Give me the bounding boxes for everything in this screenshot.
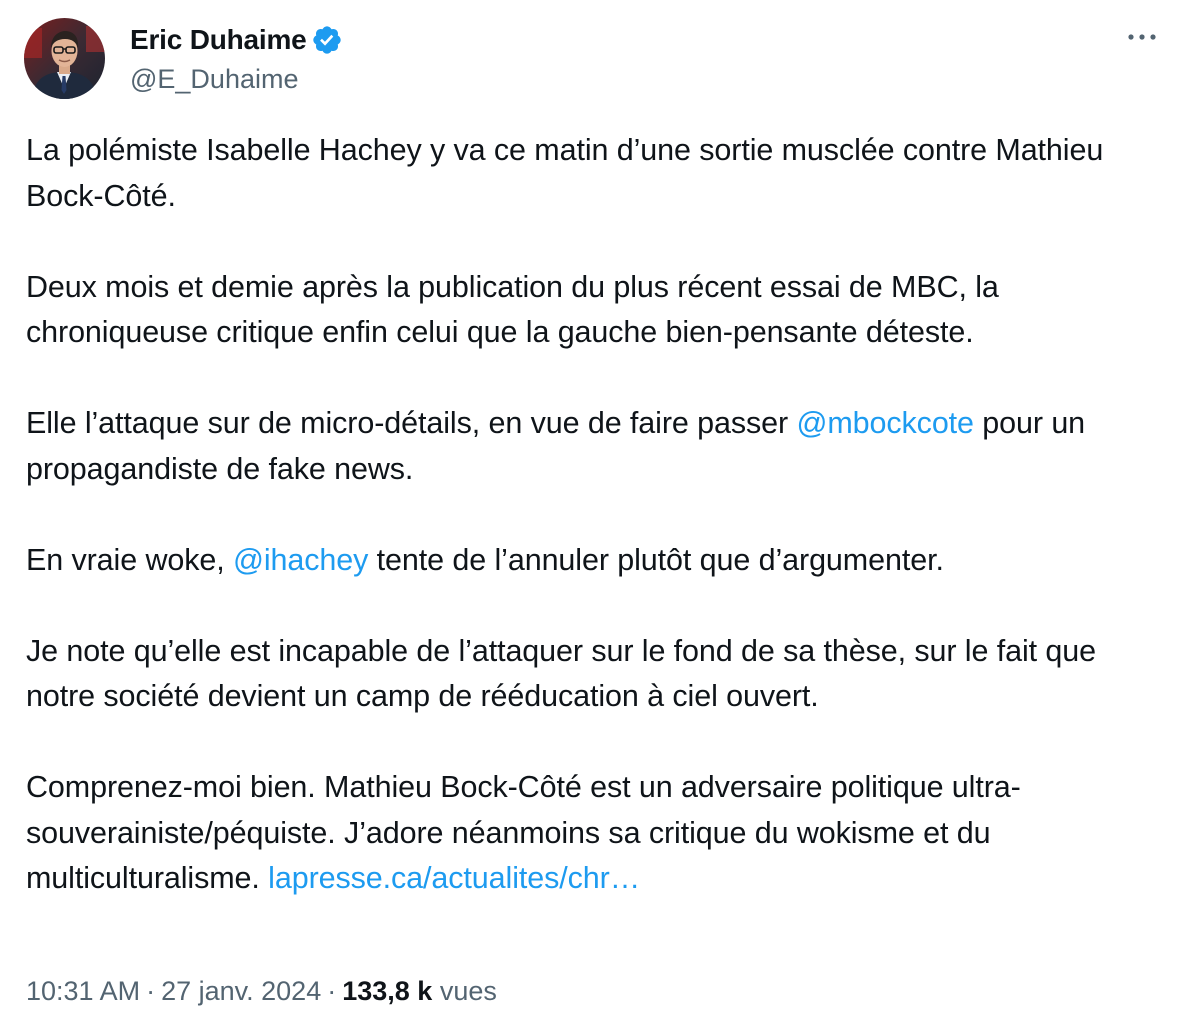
views-count[interactable]: 133,8 k bbox=[342, 976, 432, 1006]
text-segment: tente de l’annuler plutôt que d’argument… bbox=[368, 542, 944, 577]
paragraph-4: En vraie woke, @ihachey tente de l’annul… bbox=[26, 538, 1166, 584]
more-options-button[interactable] bbox=[1122, 22, 1162, 52]
tweet-time[interactable]: 10:31 AM bbox=[26, 976, 140, 1006]
tweet-header: Eric Duhaime @E_Duhaime bbox=[24, 18, 1162, 100]
tweet-meta: 10:31 AM · 27 janv. 2024 · 133,8 k vues bbox=[26, 976, 497, 1007]
paragraph-6: Comprenez-moi bien. Mathieu Bock-Côté es… bbox=[26, 765, 1166, 902]
tweet-date[interactable]: 27 janv. 2024 bbox=[161, 976, 321, 1006]
verified-badge-icon bbox=[311, 24, 343, 56]
text-segment: Elle l’attaque sur de micro-détails, en … bbox=[26, 406, 797, 440]
mention-mbockcote[interactable]: @mbockcote bbox=[796, 406, 974, 440]
text-segment: En vraie woke, bbox=[26, 542, 234, 577]
mention-ihachey[interactable]: @ihachey bbox=[233, 543, 368, 577]
user-info: Eric Duhaime @E_Duhaime bbox=[130, 20, 343, 95]
paragraph-2: Deux mois et demie après la publication … bbox=[26, 269, 999, 350]
more-horizontal-icon bbox=[1128, 34, 1156, 40]
paragraph-5: Je note qu’elle est incapable de l’attaq… bbox=[26, 633, 1096, 714]
handle[interactable]: @E_Duhaime bbox=[130, 64, 343, 95]
tweet: Eric Duhaime @E_Duhaime La polémiste Isa… bbox=[0, 0, 1182, 1034]
paragraph-1: La polémiste Isabelle Hachey y va ce mat… bbox=[26, 133, 1104, 213]
tweet-text: La polémiste Isabelle Hachey y va ce mat… bbox=[26, 128, 1166, 902]
paragraph-3: Elle l’attaque sur de micro-détails, en … bbox=[26, 401, 1166, 492]
article-link[interactable]: lapresse.ca/actualites/chr… bbox=[268, 861, 640, 895]
separator: · bbox=[327, 976, 337, 1006]
name-row: Eric Duhaime bbox=[130, 20, 343, 60]
avatar-image bbox=[24, 18, 105, 99]
avatar[interactable] bbox=[24, 18, 105, 99]
display-name[interactable]: Eric Duhaime bbox=[130, 24, 307, 56]
views-label: vues bbox=[439, 976, 497, 1006]
separator: · bbox=[146, 976, 156, 1006]
